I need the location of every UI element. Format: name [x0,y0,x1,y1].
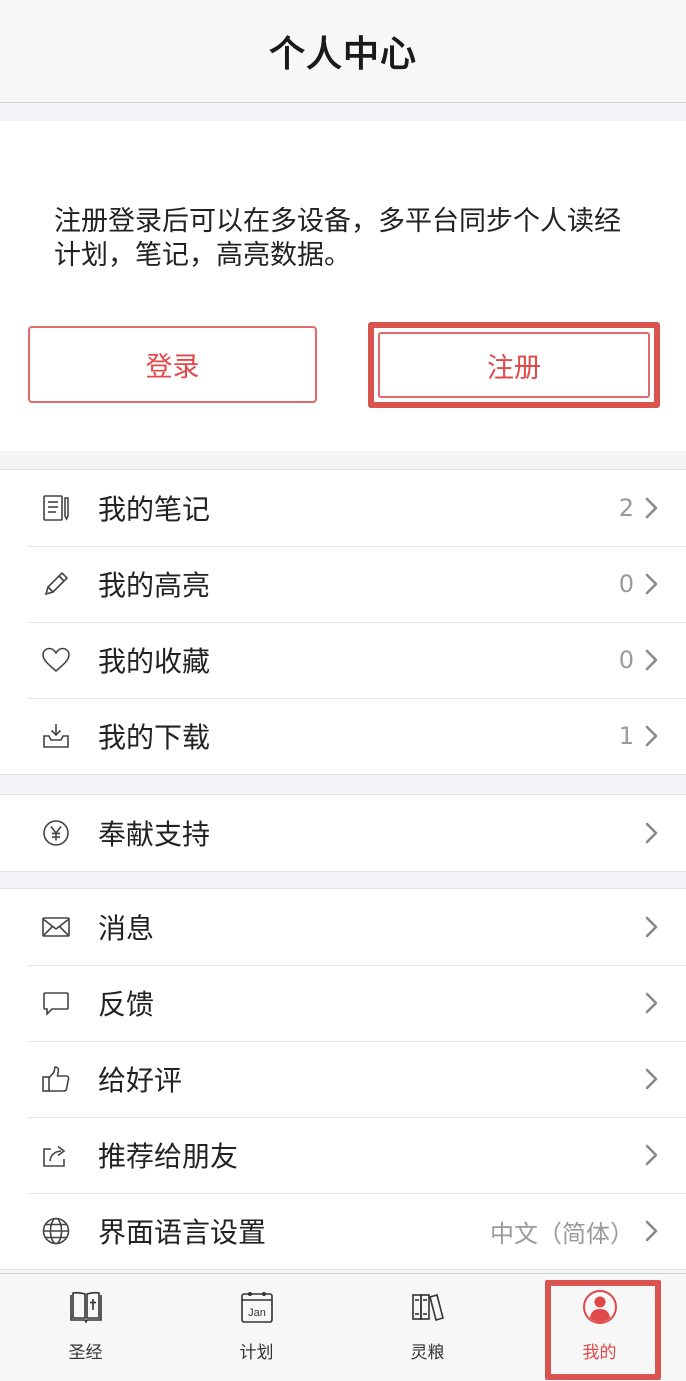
menu-item-label: 我的收藏 [98,645,211,678]
share-icon [40,1139,72,1171]
menu-item-highlights[interactable]: 我的高亮 0 [0,546,686,622]
menu-item-donate[interactable]: 奉献支持 [0,795,686,871]
login-button[interactable]: 登录 [28,326,317,403]
bible-icon [68,1289,104,1325]
menu-group-support: 奉献支持 [0,794,686,872]
envelope-icon [40,911,72,943]
chevron-right-icon [644,915,660,939]
chevron-right-icon [644,1143,660,1167]
tab-plan[interactable]: Jan 计划 [171,1274,342,1381]
count-badge: 0 [618,570,634,598]
count-badge: 2 [618,494,634,522]
notes-icon [40,492,72,524]
login-button-label: 登录 [145,352,200,383]
menu-item-label: 给好评 [98,1064,183,1097]
tab-bar: 圣经 Jan 计划 灵粮 我的 [0,1273,686,1381]
register-button[interactable]: 注册 [368,322,660,408]
chevron-right-icon [644,1067,660,1091]
nav-bar: 个人中心 [0,0,686,103]
menu-item-label: 消息 [98,912,155,945]
calendar-icon: Jan [239,1289,275,1325]
page-title: 个人中心 [268,34,417,75]
menu-item-rate[interactable]: 给好评 [0,1041,686,1117]
menu-item-label: 我的高亮 [98,569,211,602]
heart-icon [40,644,72,676]
calendar-month-text: Jan [248,1307,266,1319]
menu-item-downloads[interactable]: 我的下载 1 [0,698,686,774]
tab-label: 我的 [582,1343,617,1363]
menu-item-messages[interactable]: 消息 [0,889,686,965]
login-card: 注册登录后可以在多设备，多平台同步个人读经计划，笔记，高亮数据。 登录 注册 [0,121,686,451]
chevron-right-icon [644,648,660,672]
menu-item-favorites[interactable]: 我的收藏 0 [0,622,686,698]
menu-group-general: 消息 反馈 给好评 推荐给朋友 界面语言设置 中文（简体） [0,888,686,1270]
menu-item-language[interactable]: 界面语言设置 中文（简体） [0,1193,686,1269]
pencil-icon [40,568,72,600]
chevron-right-icon [644,821,660,845]
language-value: 中文（简体） [490,1219,634,1248]
count-badge: 1 [618,722,634,750]
tab-label: 圣经 [68,1343,103,1363]
login-description: 注册登录后可以在多设备，多平台同步个人读经计划，笔记，高亮数据。 [54,206,621,271]
menu-item-label: 我的下载 [98,721,211,754]
books-icon [410,1289,446,1325]
register-button-label: 注册 [487,352,541,384]
tab-label: 灵粮 [410,1343,445,1363]
menu-item-label: 奉献支持 [98,818,211,851]
chevron-right-icon [644,1219,660,1243]
globe-icon [40,1215,72,1247]
menu-item-label: 反馈 [98,988,155,1021]
menu-group-personal: 我的笔记 2 我的高亮 0 我的收藏 0 我的下载 1 [0,469,686,775]
menu-item-share[interactable]: 推荐给朋友 [0,1117,686,1193]
menu-item-feedback[interactable]: 反馈 [0,965,686,1041]
menu-item-label: 界面语言设置 [98,1216,267,1249]
tab-me[interactable]: 我的 [514,1274,685,1381]
menu-item-label: 推荐给朋友 [98,1140,239,1173]
speech-bubble-icon [40,987,72,1019]
tab-devotional[interactable]: 灵粮 [342,1274,513,1381]
thumbs-up-icon [40,1063,72,1095]
download-tray-icon [40,720,72,752]
tab-bible[interactable]: 圣经 [0,1274,171,1381]
count-badge: 0 [618,646,634,674]
chevron-right-icon [644,496,660,520]
yen-coin-icon [40,817,72,849]
chevron-right-icon [644,572,660,596]
menu-item-label: 我的笔记 [98,493,211,526]
profile-icon [582,1289,618,1325]
chevron-right-icon [644,724,660,748]
register-button-inner: 注册 [378,332,650,398]
menu-item-notes[interactable]: 我的笔记 2 [0,470,686,546]
chevron-right-icon [644,991,660,1015]
tab-label: 计划 [239,1343,274,1363]
